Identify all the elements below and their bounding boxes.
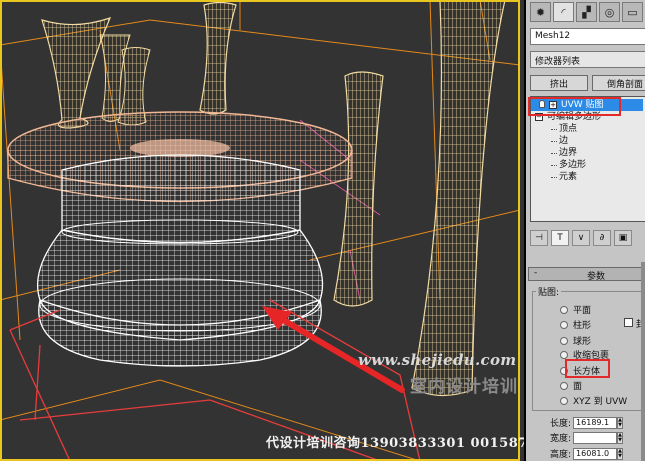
configure-sets-icon[interactable]: ▣ [614, 230, 632, 246]
radio-button[interactable] [560, 366, 568, 375]
stack-subitem-edge[interactable]: 边 [531, 135, 645, 147]
radio-button[interactable] [560, 350, 568, 359]
parameters-rollout-header[interactable]: - 参数 [528, 267, 645, 282]
display-tab[interactable]: ▭ [622, 2, 643, 22]
width-spinner[interactable]: ▲ ▼ [617, 431, 624, 444]
object-name-field[interactable]: Mesh12 [530, 28, 645, 45]
rollout-title: 参数 [587, 272, 606, 282]
panel-tab-bar: ✹ ◜ ▞ ◎ ▭ [526, 2, 645, 24]
stack-toolbar: ⊣ T ∨ ∂ ▣ [530, 230, 645, 246]
radio-label: 球形 [573, 337, 592, 347]
modify-arc-icon: ◜ [561, 5, 566, 19]
watermark-title: 室内设计培训 [410, 377, 518, 397]
panel-scrollbar[interactable] [641, 262, 645, 461]
perspective-viewport[interactable]: www.shejiedu.com 室内设计培训 代设计培训咨询139038333… [0, 0, 524, 461]
width-row: 宽度: ▲ ▼ [550, 431, 624, 444]
display-icon: ▭ [627, 5, 638, 19]
contact-banner: 代设计培训咨询13903833301 00158787379 [266, 436, 524, 451]
watermark-url: www.shejiedu.com [358, 351, 517, 369]
radio-shrink-wrap[interactable]: 收缩包裹 [560, 348, 609, 361]
cap-checkbox[interactable] [624, 318, 633, 327]
modifier-stack: + UVW 贴图 − 可编辑多边形 顶点 边 边界 多边形 元素 [530, 96, 645, 222]
height-field[interactable]: 16081.0 [573, 447, 618, 460]
command-panel: ✹ ◜ ▞ ◎ ▭ Mesh12 修改器列表 挤出 倒角剖面 + UVW 贴图 −… [524, 0, 645, 461]
radio-planar[interactable]: 平面 [560, 303, 591, 316]
radio-label: 收缩包裹 [573, 351, 610, 361]
motion-icon: ◎ [604, 5, 615, 19]
radio-label: XYZ 到 UVW [573, 397, 628, 407]
radio-button[interactable] [560, 305, 568, 314]
hierarchy-icon: ▞ [582, 5, 591, 19]
remove-modifier-icon[interactable]: ∂ [593, 230, 611, 246]
show-end-result-icon[interactable]: T [551, 230, 569, 246]
radio-label: 面 [573, 382, 583, 392]
hierarchy-tab[interactable]: ▞ [576, 2, 597, 22]
pin-stack-icon[interactable]: ⊣ [530, 230, 548, 246]
stack-item-editable-poly[interactable]: − 可编辑多边形 [531, 111, 645, 123]
length-field[interactable]: 16189.1 [573, 416, 618, 429]
collapse-icon[interactable]: − [535, 113, 543, 121]
radio-button[interactable] [560, 381, 568, 390]
extrude-button[interactable]: 挤出 [530, 75, 588, 91]
radio-label: 柱形 [573, 321, 592, 331]
height-row: 高度: 16081.0 ▲ ▼ [550, 447, 624, 460]
modifier-list-dropdown[interactable]: 修改器列表 [530, 51, 645, 68]
length-row: 长度: 16189.1 ▲ ▼ [550, 416, 624, 429]
radio-face[interactable]: 面 [560, 379, 582, 392]
radio-label: 平面 [573, 306, 592, 316]
radio-spherical[interactable]: 球形 [560, 334, 591, 347]
modify-tab[interactable]: ◜ [553, 2, 574, 22]
sun-create-icon: ✹ [535, 5, 546, 19]
width-label: 宽度: [550, 434, 572, 444]
length-spinner[interactable]: ▲ ▼ [617, 416, 624, 429]
modifier-buttons: 挤出 倒角剖面 [530, 75, 645, 91]
motion-tab[interactable]: ◎ [599, 2, 620, 22]
height-spinner[interactable]: ▲ ▼ [617, 447, 624, 460]
radio-box[interactable]: 长方体 [560, 364, 600, 377]
bevel-profile-button[interactable]: 倒角剖面 [592, 75, 645, 91]
stack-item-label: 可编辑多边形 [547, 112, 602, 122]
mapping-group-label: 贴图: [536, 285, 562, 298]
radio-button[interactable] [560, 336, 568, 345]
width-field[interactable] [573, 431, 618, 444]
radio-button[interactable] [560, 320, 568, 329]
make-unique-icon[interactable]: ∨ [572, 230, 590, 246]
radio-cylindrical[interactable]: 柱形 [560, 318, 591, 331]
stack-subitem-polygon[interactable]: 多边形 [531, 159, 645, 171]
stack-item-label: UVW 贴图 [561, 100, 604, 110]
radio-xyz-to-uvw[interactable]: XYZ 到 UVW [560, 394, 627, 407]
rollout-collapse-icon: - [534, 268, 538, 278]
stack-subitem-vertex[interactable]: 顶点 [531, 123, 645, 135]
stack-subitem-border[interactable]: 边界 [531, 147, 645, 159]
bulb-icon[interactable] [539, 100, 545, 108]
stack-subitem-element[interactable]: 元素 [531, 171, 645, 183]
create-tab[interactable]: ✹ [530, 2, 551, 22]
stack-item-uvw-map[interactable]: + UVW 贴图 [531, 99, 643, 111]
expand-icon[interactable]: + [549, 101, 557, 109]
radio-button[interactable] [560, 396, 568, 405]
length-label: 长度: [550, 419, 572, 429]
white-stool [36, 154, 324, 367]
height-label: 高度: [550, 450, 572, 460]
radio-label: 长方体 [573, 367, 601, 377]
